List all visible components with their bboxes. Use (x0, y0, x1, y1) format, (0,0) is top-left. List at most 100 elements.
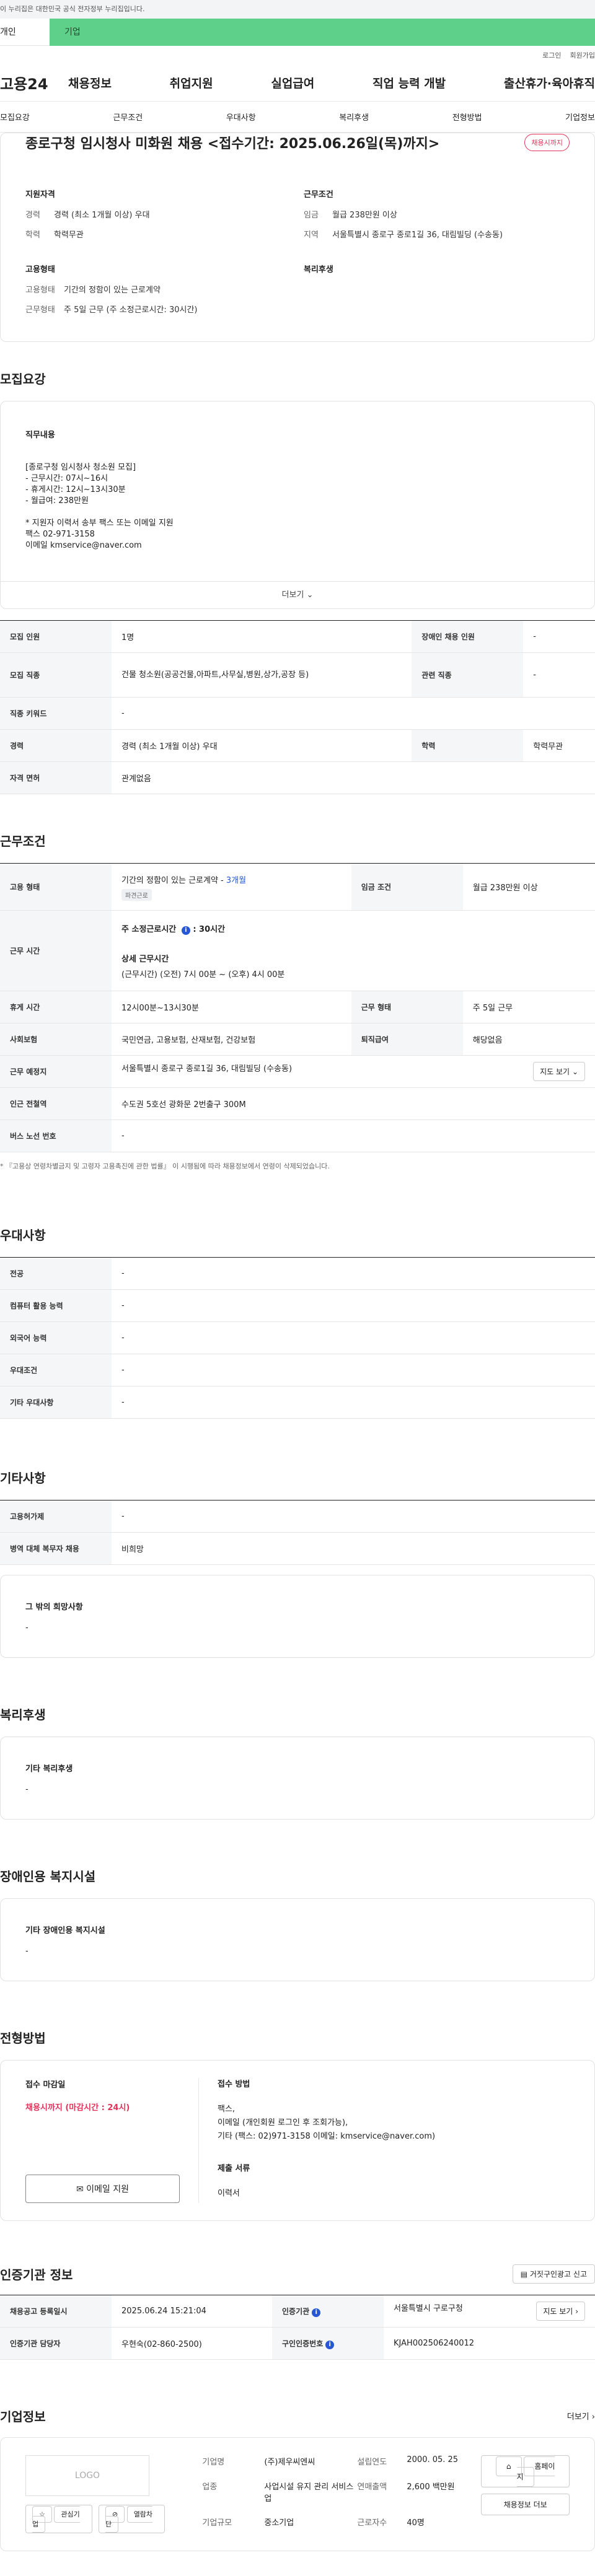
shape-value: 주 5일 근무 (462, 991, 595, 1023)
lang-value: - (112, 1321, 595, 1354)
number-value: KJAH002506240012 (384, 2327, 595, 2360)
reg-label: 채용공고 등록일시 (0, 2295, 112, 2328)
license-value: 관계없음 (112, 761, 595, 794)
edu-row-value: 학력무관 (523, 729, 595, 762)
dispatch-chip: 파견근로 (121, 888, 152, 901)
hours-main-label: 주 소정근로시간 (121, 924, 177, 934)
career-label: 경력 (25, 211, 40, 220)
computer-value: - (112, 1289, 595, 1322)
org-cell: 서울특별시 구로구청 지도 보기 › (384, 2295, 595, 2328)
global-nav: 고용24 채용정보 취업지원 실업급여 직업 능력 개발 출산휴가·육아휴직 (0, 64, 595, 102)
reg-value: 2025.06.24 15:21:04 (112, 2295, 273, 2328)
docs-value: 이력서 (218, 2189, 240, 2198)
report-button[interactable]: ▤ 거짓구인광고 신고 (512, 2264, 595, 2284)
info-icon[interactable]: i (181, 926, 190, 935)
chevron-right-icon: › (591, 2412, 595, 2422)
chevron-down-icon: ⌄ (571, 1067, 578, 1076)
co-year-label: 설립연도 (357, 2458, 387, 2467)
cert-section-title: 인증기관 정보 (0, 2267, 73, 2282)
retire-value: 해당없음 (462, 1023, 595, 1056)
main-menu: 채용정보 취업지원 실업급여 직업 능력 개발 출산휴가·육아휴직 (68, 74, 595, 91)
others-table: 고용허가제 - 병역 대체 복무자 채용 비희망 (0, 1500, 595, 1565)
company-jobs-button[interactable]: 채용정보 더보 (481, 2494, 570, 2515)
manager-label: 인증기관 담당자 (0, 2327, 112, 2360)
company-more-link[interactable]: 더보기 › (567, 2410, 595, 2422)
related-value: - (523, 652, 595, 698)
subnav-conditions[interactable]: 근무조건 (113, 111, 143, 123)
subnav-preference[interactable]: 우대사항 (226, 111, 256, 123)
emptype-months: 3개월 (226, 875, 247, 885)
edu-row-label: 학력 (412, 729, 524, 762)
preference-table: 전공 - 컴퓨터 활용 능력 - 외국어 능력 - 우대조건 - 기타 우대사항 - (0, 1257, 595, 1419)
related-label: 관련 직종 (412, 652, 524, 698)
org-value: 서울특별시 구로구청 (394, 2304, 463, 2313)
table-row: 기타 우대사항 - (0, 1386, 595, 1419)
homepage-button[interactable]: ⌂ 홈페이지 (481, 2455, 570, 2487)
map-button[interactable]: 지도 보기 ⌄ (533, 1062, 585, 1081)
manager-value: 우현숙(02-860-2500) (112, 2327, 273, 2360)
join-link[interactable]: 회원가입 (570, 50, 595, 60)
tab-personal[interactable]: 개인 (0, 19, 50, 46)
menu-item-training[interactable]: 직업 능력 개발 (372, 74, 446, 91)
hours-label: 근무 시간 (0, 910, 112, 991)
computer-label: 컴퓨터 활용 능력 (0, 1289, 112, 1322)
table-row: 모집 직종 건물 청소원(공공건물,아파트,사무실,병원,상가,공장 등) 관련… (0, 652, 595, 698)
subnav-welfare[interactable]: 복리후생 (339, 111, 369, 123)
worktype-value: 주 5일 근무 (주 소정근로시간: 30시간) (64, 305, 198, 315)
duty-box: 직무내용 [종로구청 임시청사 청소원 모집] - 근무시간: 07시~16시 … (0, 401, 595, 609)
subnav-recruit[interactable]: 모집요강 (0, 111, 30, 123)
job-value: 건물 청소원(공공건물,아파트,사무실,병원,상가,공장 등) (112, 652, 412, 698)
org-map-button[interactable]: 지도 보기 › (536, 2302, 585, 2321)
deadline-badge: 채용시까지 (524, 134, 570, 151)
menu-item-leave[interactable]: 출산휴가·육아휴직 (504, 74, 595, 91)
wage-row-label: 임금 조건 (351, 863, 463, 911)
disabled-box-heading: 기타 장애인용 복지시설 (25, 1926, 105, 1935)
deadline-heading: 접수 마감일 (25, 2080, 66, 2090)
welfare-heading: 복리후생 (304, 265, 333, 274)
duty-text: [종로구청 임시청사 청소원 모집] - 근무시간: 07시~16시 - 휴게시… (25, 463, 174, 550)
major-label: 전공 (0, 1257, 112, 1290)
hope-box: 그 밖의 희망사항 - (0, 1575, 595, 1658)
co-staff-value: 40명 (407, 2518, 425, 2528)
table-row: 우대조건 - (0, 1354, 595, 1387)
table-row: 전공 - (0, 1257, 595, 1290)
major-value: - (112, 1257, 595, 1290)
menu-item-support[interactable]: 취업지원 (170, 74, 213, 91)
recruit-section-title: 모집요강 (0, 372, 46, 387)
menu-item-jobs[interactable]: 채용정보 (68, 74, 112, 91)
cond-heading: 근무조건 (304, 190, 333, 199)
menu-item-unemployment[interactable]: 실업급여 (271, 74, 314, 91)
edu-label: 학력 (25, 230, 40, 240)
disabled-box: 기타 장애인용 복지시설 - (0, 1898, 595, 1981)
keyword-value: - (112, 697, 595, 730)
military-label: 병역 대체 복무자 채용 (0, 1532, 112, 1565)
login-link[interactable]: 로그인 (542, 50, 561, 60)
emp-heading: 고용형태 (25, 265, 55, 274)
table-row: 고용허가제 - (0, 1500, 595, 1533)
others-section-title: 기타사항 (0, 1471, 46, 1486)
company-info-grid: 기업명 (주)제우씨엔씨 설립연도 2000. 05. 25 업종 사업시설 유… (202, 2455, 481, 2533)
section-nav: 모집요강 근무조건 우대사항 복리후생 전형방법 기업정보 (0, 102, 595, 133)
chevron-down-icon: ⌄ (306, 590, 314, 600)
email-apply-button[interactable]: ✉ 이메일 지원 (25, 2175, 180, 2203)
block-view-button[interactable]: ⊘ 열람차단 (98, 2505, 165, 2533)
more-button[interactable]: 더보기 ⌄ (1, 581, 594, 608)
disabled-value: - (523, 620, 595, 653)
site-logo[interactable]: 고용24 (0, 72, 68, 94)
info-icon[interactable]: i (325, 2340, 335, 2349)
info-icon[interactable]: i (312, 2308, 321, 2317)
table-row: 인근 전철역 수도권 5호선 광화문 2번출구 300M (0, 1087, 595, 1120)
welfare-box-heading: 기타 복리후생 (25, 1764, 73, 1774)
favorite-company-button[interactable]: ☆ 관심기업 (25, 2505, 92, 2533)
co-size-value: 중소기업 (264, 2518, 294, 2528)
subnav-company[interactable]: 기업정보 (565, 111, 595, 123)
subnav-selection[interactable]: 전형방법 (452, 111, 482, 123)
method-value: 팩스, 이메일 (개인회원 로그인 후 조회가능), 기타 (팩스: 02)97… (218, 2105, 436, 2141)
subway-value: 수도권 5호선 광화문 2번출구 300M (112, 1087, 595, 1120)
edu-value: 학력무관 (54, 230, 84, 240)
tab-company[interactable]: 기업 (50, 19, 595, 46)
user-type-tabs: 개인 기업 (0, 19, 595, 46)
conditions-table: 고용 형태 기간의 정함이 있는 근로계약 - 3개월 파견근로 임금 조건 월… (0, 863, 595, 1152)
company-more-label: 더보기 (566, 2412, 589, 2422)
co-sales-label: 연매출액 (357, 2482, 387, 2492)
